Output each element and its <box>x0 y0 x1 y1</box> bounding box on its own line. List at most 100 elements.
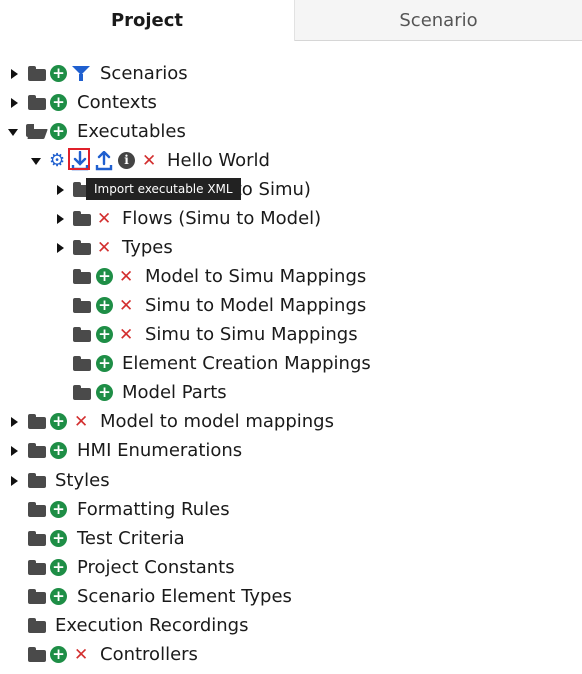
add-icon[interactable]: + <box>50 501 67 518</box>
tree-label-controllers: Controllers <box>100 644 198 665</box>
add-icon[interactable]: + <box>50 588 67 605</box>
add-icon[interactable]: + <box>96 355 113 372</box>
folder-icon <box>73 211 91 226</box>
tree-label-flows-simu-to-model: Flows (Simu to Model) <box>122 208 322 229</box>
delete-icon[interactable]: ✕ <box>74 411 88 433</box>
tree-label-formatting-rules: Formatting Rules <box>77 499 230 520</box>
folder-icon <box>73 269 91 284</box>
tree-item-executables[interactable]: + Executables <box>0 118 582 147</box>
tree-item-simu-to-simu-mappings[interactable]: + ✕ Simu to Simu Mappings <box>0 321 582 350</box>
add-icon[interactable]: + <box>50 530 67 547</box>
folder-icon <box>73 356 91 371</box>
tree-label-scenario-element-types: Scenario Element Types <box>77 586 292 607</box>
add-icon[interactable]: + <box>50 65 67 82</box>
folder-icon <box>28 414 46 429</box>
add-icon[interactable]: + <box>50 559 67 576</box>
tree-label-executables: Executables <box>77 121 186 142</box>
tree-item-execution-recordings[interactable]: Execution Recordings <box>0 612 582 641</box>
tooltip: Import executable XML <box>86 178 241 200</box>
tree-item-styles[interactable]: Styles <box>0 467 582 496</box>
info-icon[interactable]: i <box>118 152 135 169</box>
folder-icon <box>28 443 46 458</box>
tree-item-model-to-simu-mappings[interactable]: + ✕ Model to Simu Mappings <box>0 263 582 292</box>
tree-item-model-to-model-mappings[interactable]: + ✕ Model to model mappings <box>0 408 582 437</box>
folder-icon <box>73 327 91 342</box>
tree-label-project-constants: Project Constants <box>77 557 235 578</box>
tree-item-flows-simu-to-model[interactable]: ✕ Flows (Simu to Model) <box>0 205 582 234</box>
add-icon[interactable]: + <box>50 413 67 430</box>
tree-label-simu-to-simu-mappings: Simu to Simu Mappings <box>145 324 358 345</box>
delete-icon[interactable]: ✕ <box>142 150 156 172</box>
tab-scenario[interactable]: Scenario <box>295 0 582 41</box>
expand-icon[interactable] <box>11 69 18 79</box>
tab-bar: Project Scenario <box>0 0 582 42</box>
tree-label-model-parts: Model Parts <box>122 382 227 403</box>
folder-icon <box>28 473 46 488</box>
tree-item-contexts[interactable]: + Contexts <box>0 89 582 118</box>
add-icon[interactable]: + <box>96 297 113 314</box>
folder-icon <box>28 647 46 662</box>
folder-icon <box>28 589 46 604</box>
tree-label-hello-world: Hello World <box>167 150 270 171</box>
folder-icon <box>28 66 46 81</box>
gear-icon[interactable]: ⚙ <box>49 150 65 172</box>
tree-label-hmi-enumerations: HMI Enumerations <box>77 440 243 461</box>
tree-label-model-to-simu-mappings: Model to Simu Mappings <box>145 266 367 287</box>
folder-icon <box>28 502 46 517</box>
tree-item-controllers[interactable]: + ✕ Controllers <box>0 641 582 670</box>
tree-item-types[interactable]: ✕ Types <box>0 234 582 263</box>
folder-icon <box>28 531 46 546</box>
tree-label-model-to-model-mappings: Model to model mappings <box>100 411 334 432</box>
expand-icon[interactable] <box>57 185 64 195</box>
add-icon[interactable]: + <box>96 384 113 401</box>
tree-label-contexts: Contexts <box>77 92 157 113</box>
folder-open-icon <box>26 124 46 139</box>
tree-label-scenarios: Scenarios <box>100 63 188 84</box>
tab-project[interactable]: Project <box>0 0 295 41</box>
tree-item-element-creation-mappings[interactable]: + Element Creation Mappings <box>0 350 582 379</box>
add-icon[interactable]: + <box>50 442 67 459</box>
tree-label-execution-recordings: Execution Recordings <box>55 615 249 636</box>
collapse-icon[interactable] <box>31 158 41 165</box>
import-icon-highlight <box>68 148 90 170</box>
tree-item-project-constants[interactable]: + Project Constants <box>0 554 582 583</box>
tree-item-scenarios[interactable]: + Scenarios <box>0 60 582 89</box>
add-icon[interactable]: + <box>96 326 113 343</box>
expand-icon[interactable] <box>11 98 18 108</box>
tree-item-formatting-rules[interactable]: + Formatting Rules <box>0 496 582 525</box>
add-icon[interactable]: + <box>96 268 113 285</box>
tree-item-hmi-enumerations[interactable]: + HMI Enumerations <box>0 437 582 466</box>
expand-icon[interactable] <box>57 214 64 224</box>
folder-icon <box>28 618 46 633</box>
folder-icon <box>28 560 46 575</box>
tree-label-element-creation-mappings: Element Creation Mappings <box>122 353 371 374</box>
tree-item-test-criteria[interactable]: + Test Criteria <box>0 525 582 554</box>
delete-icon[interactable]: ✕ <box>97 237 111 259</box>
tree-label-simu-to-model-mappings: Simu to Model Mappings <box>145 295 367 316</box>
expand-icon[interactable] <box>11 417 18 427</box>
folder-icon <box>28 95 46 110</box>
delete-icon[interactable]: ✕ <box>74 644 88 666</box>
tree-label-styles: Styles <box>55 470 110 491</box>
expand-icon[interactable] <box>11 476 18 486</box>
delete-icon[interactable]: ✕ <box>97 208 111 230</box>
add-icon[interactable]: + <box>50 123 67 140</box>
tree-item-scenario-element-types[interactable]: + Scenario Element Types <box>0 583 582 612</box>
filter-icon-stem <box>79 74 83 81</box>
tree-label-types: Types <box>122 237 173 258</box>
delete-icon[interactable]: ✕ <box>119 295 133 317</box>
expand-icon[interactable] <box>57 243 64 253</box>
tree-item-model-parts[interactable]: + Model Parts <box>0 379 582 408</box>
folder-icon <box>73 240 91 255</box>
delete-icon[interactable]: ✕ <box>119 266 133 288</box>
folder-icon <box>73 298 91 313</box>
folder-icon <box>73 385 91 400</box>
expand-icon[interactable] <box>11 446 18 456</box>
tree-label-test-criteria: Test Criteria <box>77 528 185 549</box>
tree-item-simu-to-model-mappings[interactable]: + ✕ Simu to Model Mappings <box>0 292 582 321</box>
export-icon[interactable] <box>95 151 113 171</box>
add-icon[interactable]: + <box>50 94 67 111</box>
delete-icon[interactable]: ✕ <box>119 324 133 346</box>
collapse-icon[interactable] <box>8 129 18 136</box>
add-icon[interactable]: + <box>50 646 67 663</box>
